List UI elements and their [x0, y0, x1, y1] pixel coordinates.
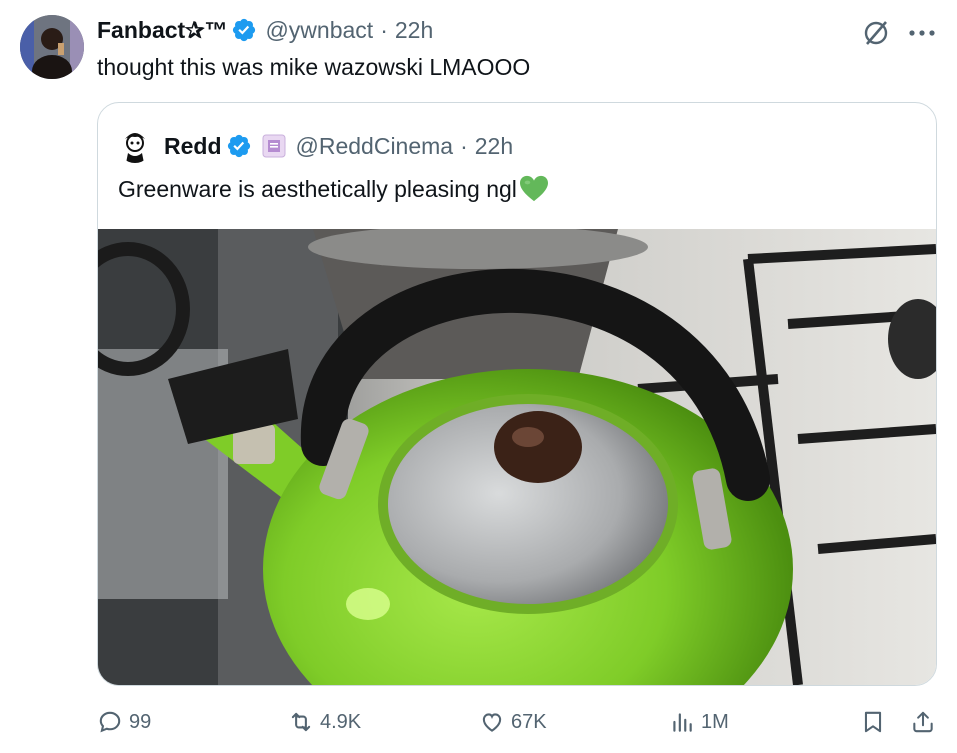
views-icon [673, 713, 692, 732]
affiliate-badge-icon[interactable] [262, 134, 286, 158]
green-heart-emoji [519, 175, 548, 202]
tweet-header: Fanbact✰™ @ywnbact · 22h [97, 13, 433, 47]
bookmark-icon[interactable] [860, 709, 886, 735]
quoted-tweet-text-row: Greenware is aesthetically pleasing ngl [118, 172, 549, 206]
verified-badge-icon [227, 134, 250, 158]
views-count: 1M [701, 710, 729, 733]
author-handle[interactable]: @ywnbact [265, 17, 373, 44]
repost-count: 4.9K [320, 710, 362, 733]
more-icon[interactable] [904, 18, 940, 48]
views-button[interactable]: 1M [669, 700, 729, 744]
separator-dot: · [380, 16, 388, 43]
reply-button[interactable]: 99 [97, 700, 151, 744]
separator-dot: · [460, 132, 468, 159]
like-button[interactable]: 67K [479, 700, 547, 744]
quoted-author-handle[interactable]: @ReddCinema [296, 133, 454, 160]
verified-badge-icon [233, 18, 256, 42]
tweet-time[interactable]: 22h [395, 17, 433, 44]
quoted-tweet-time[interactable]: 22h [475, 133, 513, 160]
grok-icon[interactable] [861, 18, 891, 48]
repost-button[interactable]: 4.9K [288, 700, 361, 744]
quoted-tweet[interactable]: Redd @ReddCinema · 22h Greenware is aest… [97, 102, 937, 686]
author-name[interactable]: Fanbact✰™ [97, 17, 227, 44]
reply-count: 99 [129, 710, 152, 733]
share-icon[interactable] [910, 709, 936, 735]
author-avatar[interactable] [20, 15, 84, 79]
tweet-actions: 99 4.9K 67K 1M [0, 700, 957, 744]
like-icon [482, 713, 502, 732]
reply-icon [99, 711, 121, 733]
kettle-photo[interactable] [98, 229, 936, 685]
quoted-tweet-text: Greenware is aesthetically pleasing ngl [118, 176, 517, 202]
like-count: 67K [511, 710, 547, 733]
tweet-text: thought this was mike wazowski LMAOOO [97, 54, 531, 80]
quoted-author-avatar[interactable] [118, 129, 152, 163]
quoted-tweet-header: Redd @ReddCinema · 22h [118, 129, 513, 163]
repost-icon [291, 712, 311, 732]
quoted-author-name[interactable]: Redd [164, 133, 222, 160]
